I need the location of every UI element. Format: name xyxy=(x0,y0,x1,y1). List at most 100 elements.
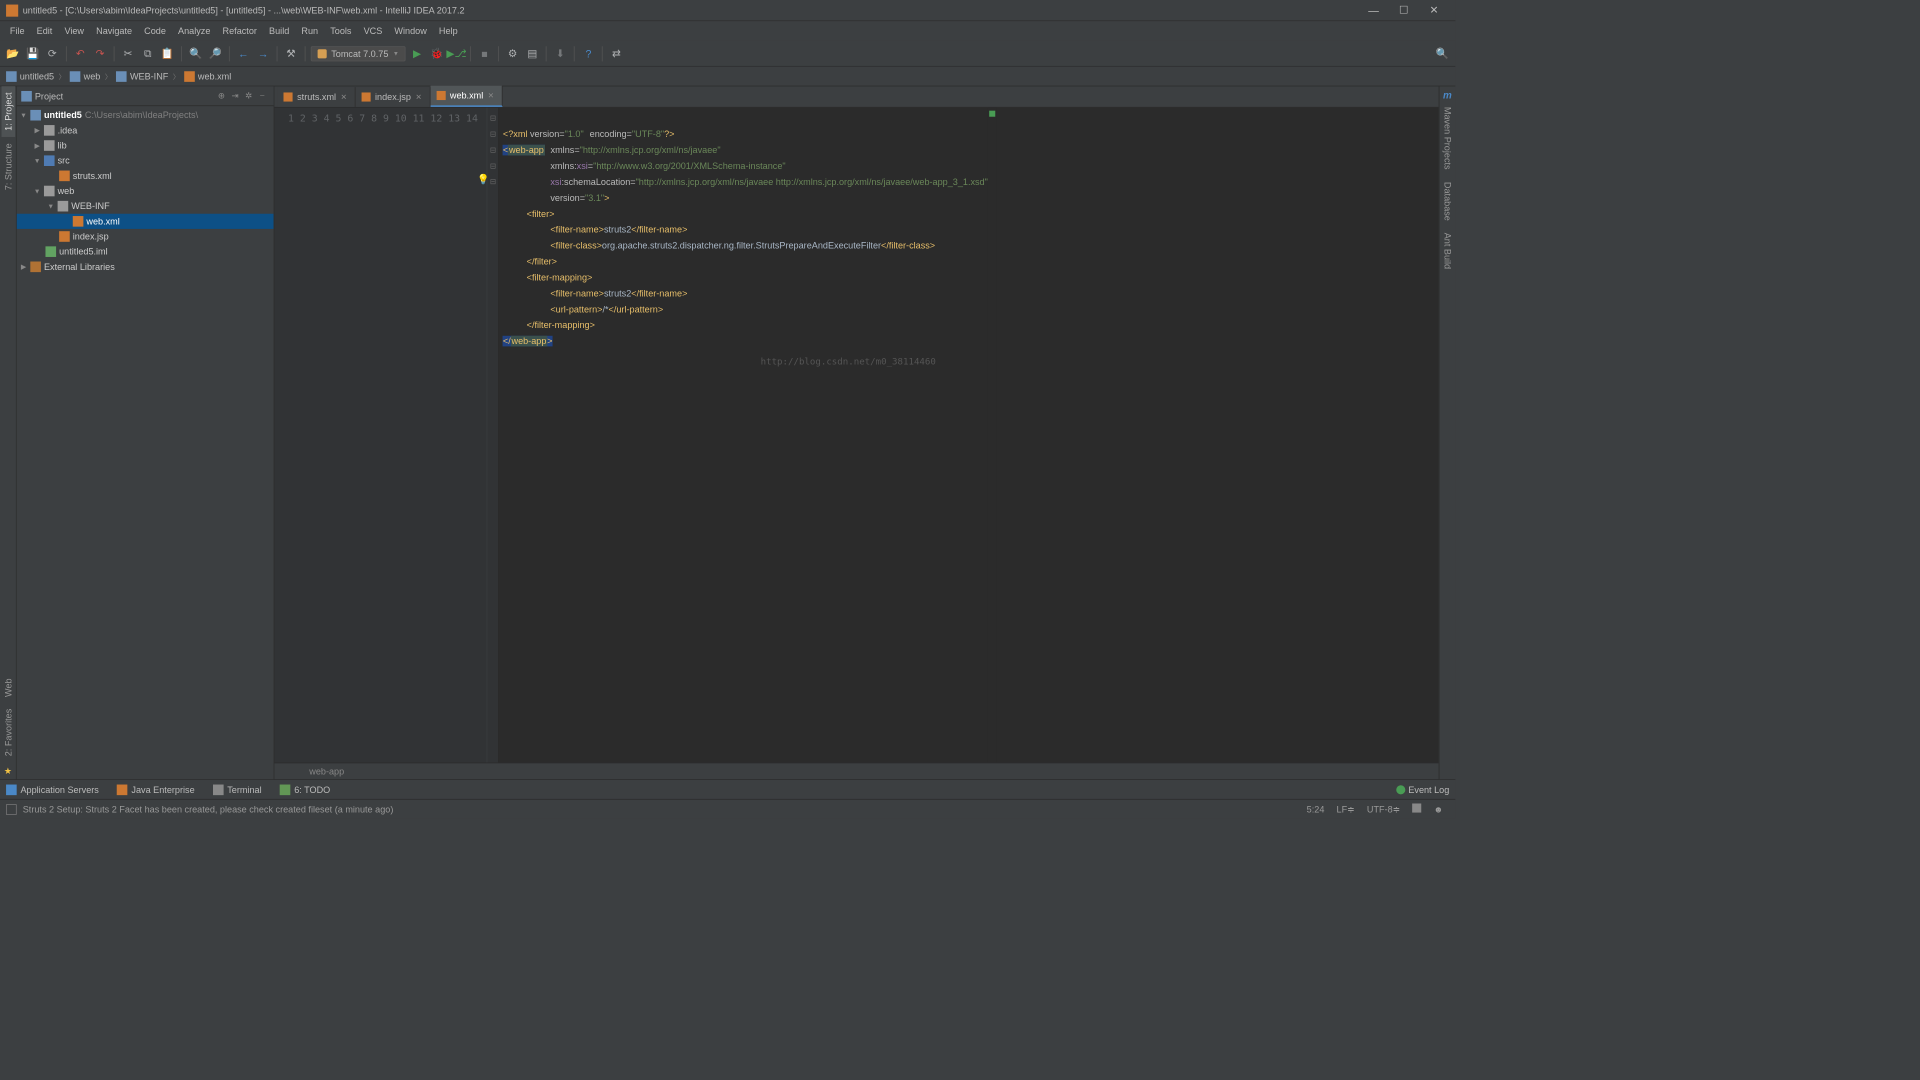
save-icon[interactable]: 💾 xyxy=(24,45,41,62)
replace-icon[interactable]: 🔎 xyxy=(207,45,224,62)
caret-position[interactable]: 5:24 xyxy=(1301,804,1331,815)
menu-navigate[interactable]: Navigate xyxy=(91,23,138,38)
menu-vcs[interactable]: VCS xyxy=(358,23,387,38)
right-tool-tabs: m Maven Projects Database Ant Build xyxy=(1439,86,1456,779)
tab-terminal[interactable]: Terminal xyxy=(213,784,262,795)
run-icon[interactable]: ▶ xyxy=(409,45,426,62)
chevron-down-icon: ▼ xyxy=(393,50,399,57)
close-tab-icon[interactable]: ✕ xyxy=(488,91,494,99)
scroll-from-source-icon[interactable]: ⊕ xyxy=(215,91,229,101)
menu-bar: File Edit View Navigate Code Analyze Ref… xyxy=(0,21,1455,41)
menu-edit[interactable]: Edit xyxy=(31,23,57,38)
search-everywhere-icon[interactable]: 🔍 xyxy=(1434,45,1451,62)
tab-web[interactable]: Web xyxy=(1,672,15,703)
file-encoding[interactable]: UTF-8≑ xyxy=(1361,804,1407,815)
tab-ant[interactable]: Ant Build xyxy=(1441,227,1455,276)
tab-web-xml[interactable]: web.xml✕ xyxy=(430,86,502,107)
back-icon[interactable]: ← xyxy=(235,45,252,62)
tab-project[interactable]: 1: Project xyxy=(1,86,15,137)
breadcrumb-web[interactable]: web xyxy=(70,71,100,82)
breadcrumb-bar: untitled5 〉 web 〉 WEB-INF 〉 web.xml xyxy=(0,67,1455,87)
code-area[interactable]: 1 2 3 4 5 6 7 8 9 10 11 12 13 14 ⊟ ⊟ ⊟ ⊟… xyxy=(274,108,1438,763)
menu-refactor[interactable]: Refactor xyxy=(217,23,262,38)
find-icon[interactable]: 🔍 xyxy=(187,45,204,62)
source-folder-icon xyxy=(44,155,55,166)
tab-structure[interactable]: 7: Structure xyxy=(1,137,15,196)
tree-root[interactable]: ▼untitled5C:\Users\abim\IdeaProjects\ xyxy=(17,108,274,123)
debug-icon[interactable]: 🐞 xyxy=(428,45,445,62)
menu-analyze[interactable]: Analyze xyxy=(173,23,216,38)
copy-icon[interactable]: ⧉ xyxy=(139,45,156,62)
hide-icon[interactable]: ⎯ xyxy=(255,91,269,101)
tree-webinf[interactable]: ▼WEB-INF xyxy=(17,199,274,214)
hector-icon[interactable]: ☻ xyxy=(1428,804,1450,815)
close-tab-icon[interactable]: ✕ xyxy=(415,93,421,101)
breadcrumb-webinf[interactable]: WEB-INF xyxy=(116,71,168,82)
close-tab-icon[interactable]: ✕ xyxy=(341,93,347,101)
readonly-toggle-icon[interactable] xyxy=(1406,803,1427,814)
project-structure-icon[interactable]: ▤ xyxy=(524,45,541,62)
breadcrumb-file[interactable]: web.xml xyxy=(184,71,231,82)
line-separator[interactable]: LF≑ xyxy=(1330,804,1360,815)
update-icon[interactable]: ⇄ xyxy=(608,45,625,62)
tab-application-servers[interactable]: Application Servers xyxy=(6,784,99,795)
tab-database[interactable]: Database xyxy=(1441,176,1455,227)
sdk-icon[interactable]: ⬇ xyxy=(552,45,569,62)
stop-icon[interactable]: ■ xyxy=(476,45,493,62)
breadcrumb-label: untitled5 xyxy=(20,71,54,82)
tab-favorites[interactable]: 2: Favorites xyxy=(1,703,15,763)
cut-icon[interactable]: ✂ xyxy=(120,45,137,62)
tab-todo[interactable]: 6: TODO xyxy=(280,784,330,795)
tab-maven[interactable]: Maven Projects xyxy=(1441,101,1455,176)
intention-bulb-icon[interactable]: 💡 xyxy=(477,171,489,187)
folder-icon xyxy=(6,71,17,82)
paste-icon[interactable]: 📋 xyxy=(159,45,176,62)
forward-icon[interactable]: → xyxy=(255,45,272,62)
menu-tools[interactable]: Tools xyxy=(325,23,357,38)
tree-index-jsp[interactable]: index.jsp xyxy=(17,229,274,244)
open-icon[interactable]: 📂 xyxy=(5,45,22,62)
tree-iml[interactable]: untitled5.iml xyxy=(17,244,274,259)
minimize-button[interactable]: — xyxy=(1358,4,1388,16)
tab-index-jsp[interactable]: index.jsp✕ xyxy=(355,87,430,107)
menu-view[interactable]: View xyxy=(59,23,89,38)
project-icon xyxy=(21,91,32,102)
fold-gutter[interactable]: ⊟ ⊟ ⊟ ⊟ ⊟ xyxy=(488,108,499,763)
tree-src[interactable]: ▼src xyxy=(17,153,274,168)
tab-java-enterprise[interactable]: Java Enterprise xyxy=(117,784,195,795)
help-icon[interactable]: ? xyxy=(580,45,597,62)
project-tree[interactable]: ▼untitled5C:\Users\abim\IdeaProjects\ ▶.… xyxy=(17,106,274,779)
tomcat-icon xyxy=(318,49,327,58)
menu-build[interactable]: Build xyxy=(264,23,295,38)
gear-icon[interactable]: ✲ xyxy=(242,91,256,101)
status-indicator-icon[interactable] xyxy=(6,804,17,815)
event-log-button[interactable]: Event Log xyxy=(1396,784,1449,795)
sync-icon[interactable]: ⟳ xyxy=(44,45,61,62)
build-icon[interactable]: ⚒ xyxy=(283,45,300,62)
maximize-button[interactable]: ☐ xyxy=(1389,4,1419,17)
menu-help[interactable]: Help xyxy=(434,23,463,38)
tree-struts-xml[interactable]: struts.xml xyxy=(17,168,274,183)
code-text[interactable]: 💡<?xml version="1.0" encoding="UTF-8"?> … xyxy=(498,108,988,763)
menu-code[interactable]: Code xyxy=(139,23,171,38)
titlebar: untitled5 - [C:\Users\abim\IdeaProjects\… xyxy=(0,0,1455,21)
breadcrumb-root[interactable]: untitled5 xyxy=(6,71,54,82)
status-message: Struts 2 Setup: Struts 2 Facet has been … xyxy=(23,804,1301,815)
tree-web-xml[interactable]: web.xml xyxy=(17,214,274,229)
tree-web[interactable]: ▼web xyxy=(17,183,274,198)
menu-window[interactable]: Window xyxy=(389,23,432,38)
settings-icon[interactable]: ⚙ xyxy=(504,45,521,62)
menu-file[interactable]: File xyxy=(5,23,30,38)
run-config-selector[interactable]: Tomcat 7.0.75 ▼ xyxy=(311,46,406,61)
coverage-icon[interactable]: ▶⎇ xyxy=(448,45,465,62)
redo-icon[interactable]: ↷ xyxy=(92,45,109,62)
tree-lib[interactable]: ▶lib xyxy=(17,138,274,153)
close-button[interactable]: ✕ xyxy=(1419,4,1449,17)
menu-run[interactable]: Run xyxy=(296,23,323,38)
tree-external-libs[interactable]: ▶External Libraries xyxy=(17,259,274,274)
collapse-icon[interactable]: ⇥ xyxy=(228,91,242,101)
undo-icon[interactable]: ↶ xyxy=(72,45,89,62)
editor-error-stripe[interactable] xyxy=(988,108,997,763)
tab-struts-xml[interactable]: struts.xml✕ xyxy=(277,87,355,107)
tree-idea[interactable]: ▶.idea xyxy=(17,123,274,138)
